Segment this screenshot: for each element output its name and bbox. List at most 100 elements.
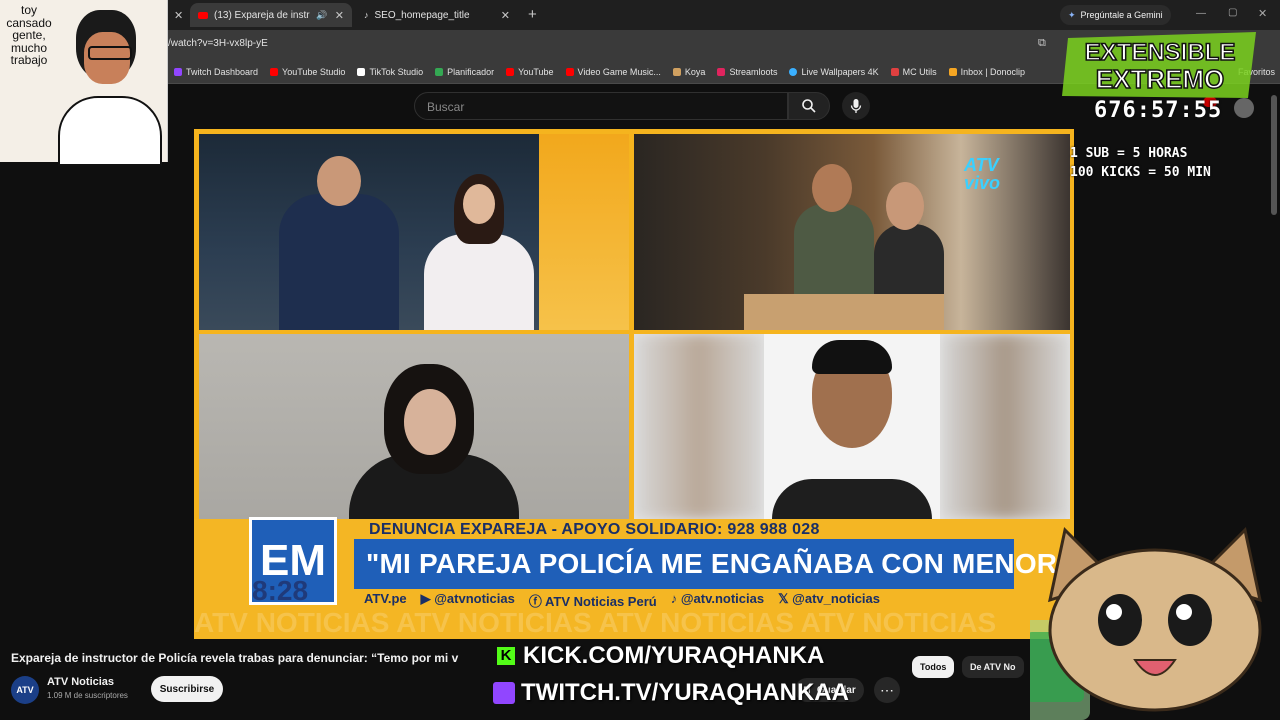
bookmark-youtube[interactable]: YouTube <box>506 66 554 77</box>
social-tiktok: ♪ @atv.noticias <box>670 591 765 606</box>
social-label: ATV Noticias Perú <box>544 594 657 609</box>
bookmark-donoclip[interactable]: Inbox | Donoclip <box>948 66 1026 77</box>
bookmark-label: Streamloots <box>729 66 778 77</box>
tab-youtube-video[interactable]: (13) Expareja de instructor d 🔊 ✕ <box>190 3 352 27</box>
scrollbar[interactable] <box>1271 95 1277 215</box>
video-title: Expareja de instructor de Policía revela… <box>11 651 459 665</box>
more-actions-button[interactable]: ⋯ <box>874 677 900 703</box>
tiktok-icon <box>357 67 366 76</box>
tiktok-favicon-icon: ♪ <box>364 10 369 20</box>
bookmark-label: Planificador <box>447 66 495 77</box>
bookmark-label: TikTok Studio <box>369 66 424 77</box>
gemini-sparkle-icon: ✦ <box>1068 9 1076 20</box>
planner-icon <box>435 67 444 76</box>
social-facebook: ⓕ ATV Noticias Perú <box>528 594 657 609</box>
bookmark-planificador[interactable]: Planificador <box>435 67 494 77</box>
webcam-caption: toy cansado gente, mucho trabajo <box>6 3 52 67</box>
bookmark-twitch-dashboard[interactable]: Twitch Dashboard <box>174 67 258 77</box>
cartoon-avatar <box>58 10 162 166</box>
social-label: @atv_noticias <box>792 591 880 606</box>
twitch-link: TWITCH.TV/YURAQHANKAA <box>493 679 849 707</box>
avatar[interactable] <box>1234 98 1254 118</box>
subathon-rules: 1 SUB = 5 HORAS 100 KICKS = 50 MIN <box>1070 146 1211 180</box>
bookmark-live-wallpapers[interactable]: Live Wallpapers 4K <box>789 66 879 77</box>
close-tab-icon[interactable]: ✕ <box>335 9 344 22</box>
streamloots-icon <box>717 67 726 76</box>
channel-avatar[interactable]: ATV <box>11 676 39 704</box>
wallpaper-icon <box>789 67 798 76</box>
couple-photo-image: ATV vivo <box>634 134 1070 330</box>
youtube-icon <box>565 67 574 76</box>
ticker-text: DENUNCIA EXPAREJA - APOYO SOLIDARIO: 928… <box>369 521 820 538</box>
bookmark-label: Twitch Dashboard <box>186 66 259 77</box>
bookmark-label: Live Wallpapers 4K <box>801 66 879 77</box>
cat-mascot <box>1030 526 1263 720</box>
donoclip-icon <box>948 67 957 76</box>
channel-name[interactable]: ATV Noticias <box>47 676 114 688</box>
new-tab-button[interactable]: + <box>528 6 537 23</box>
youtube-icon <box>506 67 515 76</box>
twitch-icon <box>174 67 182 76</box>
social-label: @atv.noticias <box>680 591 765 606</box>
chip-todos[interactable]: Todos <box>912 656 955 678</box>
bookmark-youtube-studio[interactable]: YouTube Studio <box>270 67 345 77</box>
search-button[interactable] <box>788 92 830 120</box>
suspect-photo <box>634 334 1070 519</box>
kick-url: KICK.COM/YURAQHANKA <box>523 642 825 669</box>
search-input[interactable]: Buscar <box>414 92 788 120</box>
bookmark-label: MC Utils <box>902 66 937 77</box>
broadcast-time: 8:28 <box>252 575 309 606</box>
close-window-icon[interactable]: ✕ <box>1258 7 1267 20</box>
social-links: ATV.pe ▶ @atvnoticias ⓕ ATV Noticias Per… <box>364 591 880 610</box>
tab-title: SEO_homepage_title <box>374 9 470 21</box>
bookmark-koya[interactable]: Koya <box>672 66 706 77</box>
close-tab-icon[interactable]: ✕ <box>501 9 510 22</box>
bookmark-label: YouTube <box>518 66 554 77</box>
microphone-icon <box>850 99 862 113</box>
kick-link: K KICK.COM/YURAQHANKA <box>497 642 824 670</box>
bookmark-tiktok-studio[interactable]: TikTok Studio <box>357 67 423 77</box>
bookmark-label: YouTube Studio <box>282 66 346 77</box>
gemini-label: Pregúntale a Gemini <box>1080 10 1163 20</box>
koya-icon <box>672 67 681 76</box>
social-website: ATV.pe <box>364 591 407 606</box>
close-tab-icon[interactable]: ✕ <box>174 9 183 22</box>
social-youtube: ▶ @atvnoticias <box>420 591 515 606</box>
cast-icon[interactable]: ⧉ <box>1038 37 1046 50</box>
subscriber-count: 1.09 M de suscriptores <box>47 691 128 700</box>
extensible-extremo-logo: EXTENSIBLE EXTREMO <box>1062 32 1256 98</box>
search-icon <box>802 99 816 113</box>
bookmark-streamloots[interactable]: Streamloots <box>717 67 777 77</box>
headline-text: "MI PAREJA POLICÍA ME ENGAÑABA CON MENOR… <box>366 548 1074 579</box>
atv-watermark: ATV NOTICIAS ATV NOTICIAS ATV NOTICIAS A… <box>194 607 997 638</box>
logo-line1: EXTENSIBLE <box>1085 39 1236 66</box>
atv-vivo-logo: ATV vivo <box>964 155 1001 193</box>
minimize-icon[interactable]: — <box>1196 8 1206 19</box>
bookmark-label: Video Game Music... <box>577 66 661 77</box>
gemini-button[interactable]: ✦ Pregúntale a Gemini <box>1060 5 1171 25</box>
youtube-studio-icon <box>270 67 279 76</box>
social-x: 𝕏 @atv_noticias <box>778 591 880 606</box>
logo-line2: EXTREMO <box>1096 64 1225 94</box>
speaker-icon[interactable]: 🔊 <box>316 10 327 21</box>
youtube-favicon-icon <box>198 11 208 19</box>
subscribe-button[interactable]: Suscribirse <box>151 676 223 702</box>
twitch-icon <box>493 682 515 704</box>
chip-channel[interactable]: De ATV No <box>962 656 1024 678</box>
voice-search-button[interactable] <box>842 92 870 120</box>
news-studio-image <box>199 134 629 330</box>
bookmark-label: Koya <box>684 66 706 77</box>
interviewee-video <box>199 334 629 519</box>
url-text[interactable]: /watch?v=3H-vx8lp-yE <box>168 38 268 49</box>
bookmark-mc-utils[interactable]: MC Utils <box>890 66 937 77</box>
social-label: @atvnoticias <box>434 591 515 606</box>
video-player[interactable]: ATV vivo ATV NOTICIAS ATV NOTICIAS ATV N… <box>194 129 1074 639</box>
tab-seo-homepage[interactable]: ♪ SEO_homepage_title ✕ <box>356 3 518 27</box>
bookmark-video-game-music[interactable]: Video Game Music... <box>565 66 661 77</box>
subathon-timer: 676:57:55 <box>1094 98 1223 123</box>
maximize-icon[interactable]: ▢ <box>1228 7 1237 18</box>
bookmark-label: Inbox | Donoclip <box>960 66 1026 77</box>
tab-title: (13) Expareja de instructor d <box>214 9 310 21</box>
mc-utils-icon <box>890 67 899 76</box>
tab-bar: (13) Expareja de instructor d 🔊 ✕ ✕ ♪ SE… <box>0 0 1280 30</box>
